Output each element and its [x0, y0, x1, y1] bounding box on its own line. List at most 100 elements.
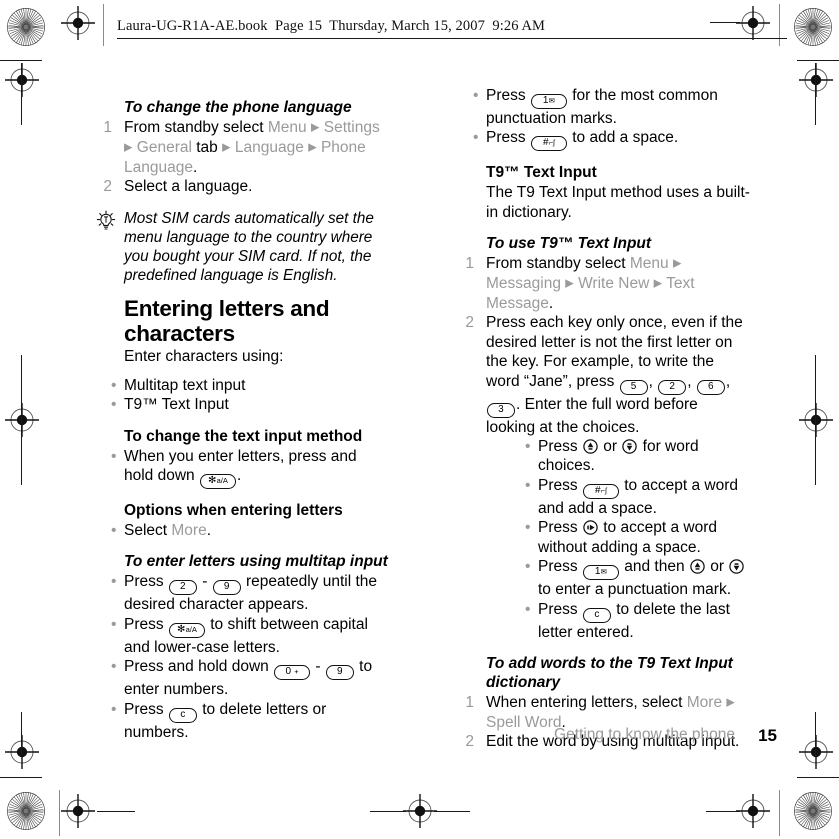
- key-main-label: c: [180, 708, 186, 720]
- clear-key-glyph: c: [582, 607, 611, 623]
- registration-crosshair-top-right: [736, 6, 770, 40]
- ui-term-menu[interactable]: Menu: [268, 119, 307, 136]
- key-main-label: c: [594, 608, 600, 620]
- ui-term-more[interactable]: More: [687, 694, 722, 711]
- heading-to-enter-letters-multitap: To enter letters using multitap input: [124, 553, 388, 571]
- step-trail-text: . Enter the full word before looking at …: [486, 395, 698, 436]
- list-item-text: When you enter letters, press and hold d…: [124, 448, 357, 490]
- list-item: • Select More.: [88, 521, 388, 540]
- key-2-glyph: 2: [658, 379, 687, 395]
- key-sub-label: ⌐ʃ: [548, 138, 555, 148]
- crop-rule-right-middle-v: [815, 355, 817, 485]
- ui-term-more[interactable]: More: [171, 522, 206, 539]
- bullet-dot-icon: •: [111, 396, 117, 414]
- list-continued-punctuation-space: • Press 1✉ for the most common punctuati…: [450, 86, 750, 152]
- clear-key-glyph: c: [168, 707, 197, 723]
- tip-text: Most SIM cards automatically set the men…: [124, 209, 374, 285]
- ui-term-messaging[interactable]: Messaging: [486, 275, 561, 292]
- ui-term-general[interactable]: General: [137, 139, 192, 156]
- key-main-label: ✻: [208, 475, 217, 487]
- step-period: .: [548, 295, 554, 313]
- list-item: • Press 1✉ for the most common punctuati…: [450, 86, 750, 128]
- bullet-lead-text: Press: [538, 558, 582, 576]
- list-item: • Press #⌐ʃ to accept a word and add a s…: [486, 476, 750, 518]
- heading-options-when-entering-letters: Options when entering letters: [124, 502, 343, 520]
- trim-rule-bottom-center-right: [434, 811, 470, 813]
- bullet-dot-icon: •: [525, 558, 531, 576]
- footer-section-title: Getting to know the phone: [554, 726, 735, 743]
- step-text: From standby select Menu ▶ Messaging ▶ W…: [486, 255, 695, 312]
- step-text: Press each key only once, even if the de…: [486, 314, 743, 436]
- path-arrow-icon: ▶: [222, 141, 231, 154]
- book-slug-line: Laura-UG-R1A-AE.book Page 15 Thursday, M…: [117, 18, 546, 34]
- list-multitap-input: • Press 2 - 9 repeatedly until the desir…: [88, 572, 388, 742]
- key-9-glyph: 9: [212, 580, 241, 596]
- bullet-trail-text: to add a space.: [567, 129, 679, 147]
- bullet-dot-icon: •: [111, 376, 117, 394]
- list-item-text: Press #⌐ʃ to add a space.: [486, 129, 679, 152]
- trim-rule-top-right-h: [710, 22, 740, 24]
- list-item: • When you enter letters, press and hold…: [88, 447, 388, 490]
- key-main-label: 3: [498, 403, 504, 415]
- crop-rule-right-lower-h: [797, 777, 839, 779]
- key-main-label: 0: [285, 666, 292, 678]
- bullet-lead-text: Press: [124, 573, 168, 591]
- bullet-lead-text: Press and hold down: [124, 658, 274, 676]
- right-column: • Press 1✉ for the most common punctuati…: [450, 86, 750, 752]
- path-arrow-icon: ▶: [726, 696, 735, 709]
- bullet-dot-icon: •: [473, 87, 479, 104]
- nav-down-key-glyph: [622, 439, 638, 454]
- ui-term-settings[interactable]: Settings: [324, 119, 380, 136]
- steps-use-t9: 1 From standby select Menu ▶ Messaging ▶…: [450, 254, 750, 642]
- bullet-lead-text: Press: [538, 519, 582, 537]
- ui-term-language[interactable]: Language: [235, 139, 304, 156]
- ui-term-menu[interactable]: Menu: [630, 255, 669, 272]
- crop-rule-left-upper-v: [21, 63, 23, 125]
- trim-rule-top-right-v: [779, 4, 781, 46]
- bullet-lead-text: Press: [486, 129, 530, 147]
- crop-rule-left-lower-h: [0, 777, 42, 779]
- bullet-lead-text: Press: [124, 615, 168, 633]
- key-range-separator: -: [311, 658, 325, 676]
- step-period: .: [192, 158, 198, 176]
- steps-change-phone-language: 1 From standby select Menu ▶ Settings ▶ …: [88, 118, 388, 197]
- list-item-text: Press ✻a/A to shift between capital and …: [124, 616, 368, 656]
- list-item: • Press #⌐ʃ to add a space.: [450, 128, 750, 152]
- step-text: Select a language.: [124, 178, 253, 196]
- key-main-label: 9: [336, 666, 343, 678]
- bullet-lead-text: Press: [538, 600, 582, 618]
- t9-body-text: The T9 Text Input method uses a built-in…: [486, 184, 750, 221]
- step-text-lead: Press each key only once, even if the de…: [486, 314, 743, 390]
- path-arrow-icon: ▶: [653, 277, 663, 290]
- ui-term-write-new[interactable]: Write New: [578, 275, 649, 292]
- header-underline: [117, 38, 787, 40]
- star-key-glyph: ✻a/A: [168, 622, 205, 638]
- step-item: 2 Select a language.: [88, 177, 388, 196]
- bullet-dot-icon: •: [525, 476, 531, 494]
- bullet-dot-icon: •: [111, 700, 117, 718]
- list-item: • Press c to delete the last letter ente…: [486, 600, 750, 642]
- trim-rule-bottom-left-h: [97, 811, 135, 813]
- trim-rule-bottom-center-left: [370, 811, 406, 813]
- list-item-text: Press and hold down 0 + - 9 to enter num…: [124, 658, 372, 698]
- heading-to-use-t9-text-input: To use T9™ Text Input: [486, 235, 652, 253]
- step-number: 2: [465, 314, 474, 332]
- path-arrow-icon: ▶: [310, 121, 320, 134]
- bullet-dot-icon: •: [111, 658, 117, 676]
- key-main-label: 2: [669, 380, 676, 392]
- tab-word: tab: [196, 138, 218, 156]
- list-input-methods: • Multitap text input • T9™ Text Input: [88, 376, 388, 415]
- section-intro-text: Enter characters using:: [124, 348, 284, 366]
- key-main-label: 9: [223, 581, 230, 593]
- bullet-trail-text: to enter a punctuation mark.: [538, 581, 732, 599]
- bullet-lead-text: Press: [538, 438, 582, 456]
- path-arrow-icon: ▶: [124, 141, 133, 154]
- path-arrow-icon: ▶: [308, 141, 317, 154]
- crop-rule-right-upper-v: [815, 63, 817, 125]
- step-text-lead: When entering letters, select: [486, 693, 687, 711]
- trim-rule-bottom-right-v: [779, 790, 781, 836]
- step-number: 2: [103, 178, 112, 196]
- key-main-label: ✻: [177, 623, 186, 635]
- key-5-glyph: 5: [619, 379, 648, 395]
- step-number: 1: [465, 255, 474, 273]
